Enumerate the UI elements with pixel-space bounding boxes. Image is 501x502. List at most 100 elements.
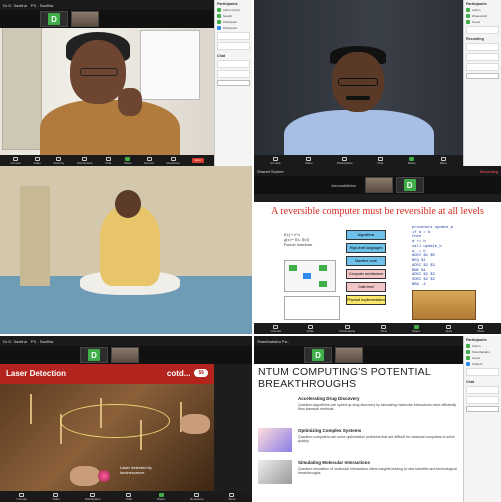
chat-button[interactable]: Chat xyxy=(380,324,387,333)
chat-button[interactable]: Chat xyxy=(126,492,132,501)
participant-row[interactable]: Participant xyxy=(217,26,250,30)
participant-thumbnail[interactable] xyxy=(71,11,99,27)
participant-row[interactable]: Admin xyxy=(466,344,499,348)
gate-diagram xyxy=(284,296,340,320)
participants-button[interactable]: Participants xyxy=(339,324,355,333)
circuit-diagram xyxy=(284,260,336,292)
mute-button[interactable]: Unmute xyxy=(17,492,27,501)
meeting-toolbar: Unmute Video Participants Chat Share App… xyxy=(254,323,501,334)
meeting-name: Dr.G. Savitha xyxy=(3,2,27,8)
participants-button[interactable]: Participants xyxy=(337,156,353,165)
chat-input[interactable] xyxy=(466,73,499,79)
reactions-button[interactable]: Reactions xyxy=(190,492,203,501)
panel-title: Participants xyxy=(466,2,487,6)
slide-status: cotd... xyxy=(166,368,191,378)
photo-caption: Laser detected by luminescence xyxy=(120,465,152,475)
end-button[interactable]: End xyxy=(192,158,204,163)
video-tile-3[interactable] xyxy=(0,166,252,334)
share-button[interactable]: Share xyxy=(412,324,420,333)
share-button[interactable]: Share xyxy=(157,492,165,501)
participant-row[interactable]: Admin (host) xyxy=(217,8,250,12)
participant-thumbnail[interactable]: D xyxy=(395,177,424,193)
video-tile-1[interactable]: Dr.G. Savitha PS - Savitha D Participant… xyxy=(0,0,252,166)
meeting-toolbar: Unmute Video Participants Chat Share Rea… xyxy=(0,491,252,502)
security-button[interactable]: Security xyxy=(53,156,64,165)
participant-thumbnail[interactable]: D xyxy=(304,347,332,363)
chat-button[interactable]: Chat xyxy=(105,156,111,165)
participant-thumbnail[interactable] xyxy=(364,177,393,193)
reactions-button[interactable]: Reactions xyxy=(166,156,180,165)
participant-row[interactable]: Guest xyxy=(466,20,499,24)
participant-row[interactable]: Swathi xyxy=(217,14,250,18)
share-button[interactable]: Share xyxy=(408,156,416,165)
apps-button[interactable]: Apps xyxy=(445,324,452,333)
participant-row[interactable]: Dhanwantri xyxy=(466,14,499,18)
participants-panel: Participants Admin Dhanwantri Guest Reco… xyxy=(463,0,501,166)
participants-panel: Participants Admin (host) Swathi Partici… xyxy=(214,0,252,166)
recording-indicator: Recording xyxy=(479,168,498,174)
avatar: D xyxy=(403,179,416,191)
slide-title: Laser Detection xyxy=(6,368,67,378)
participant-thumbnail[interactable]: D xyxy=(80,347,108,363)
participants-panel: Participants Admin Shanthababu Guest Stu… xyxy=(463,336,501,502)
chat-title: Chat xyxy=(466,380,474,384)
participant-thumbnail[interactable] xyxy=(335,347,363,363)
slide-image xyxy=(258,428,292,452)
math-block: f(x) = e^x g(x) = f(x, f(x)) Fourier trans… xyxy=(284,232,313,248)
slide-item: Optimizing Complex Systems Quantum comput… xyxy=(258,426,458,456)
more-button[interactable]: More xyxy=(229,492,235,501)
abstraction-stack: Algorithms High-level languages Machine … xyxy=(346,230,396,308)
slide-item: Accelerating Drug Discovery Quantum algor… xyxy=(298,396,457,412)
participant-row[interactable]: Admin xyxy=(466,8,499,12)
participant-row[interactable]: Shanthababu xyxy=(466,350,499,354)
share-button[interactable]: Share xyxy=(124,156,132,165)
video-tile-5[interactable]: Dr.G. Savitha PS - Savitha D Laser Detec… xyxy=(0,336,252,502)
video-tile-4[interactable]: Shared Screen Recording Anomoblitcha D A… xyxy=(254,166,501,334)
level-box: Gate level xyxy=(346,282,386,292)
level-box: Physical implementation xyxy=(346,295,386,305)
meeting-toolbar: Unmute Video Security Participants Chat … xyxy=(0,155,214,166)
meeting-name: Dr.G. Savitha xyxy=(3,338,27,344)
video-button[interactable]: Video xyxy=(305,156,313,165)
meeting-sub: PS - Savitha xyxy=(30,338,54,344)
participants-button[interactable]: Participants xyxy=(77,156,92,165)
shared-slide: A reversible computer must be reversible… xyxy=(254,202,501,323)
tile-topbar: Shared Screen Recording xyxy=(254,166,501,176)
panel-title: Participants xyxy=(217,2,238,6)
level-box: High-level languages xyxy=(346,243,386,253)
chat-button[interactable]: Chat xyxy=(377,156,383,165)
panel-title: Participants xyxy=(466,338,487,342)
more-button[interactable]: More xyxy=(477,324,484,333)
slide-header: Laser Detection cotd... 56 xyxy=(0,362,214,384)
more-button[interactable]: More xyxy=(440,156,447,165)
participant-row[interactable]: Student xyxy=(466,362,499,366)
shared-slide: NTUM COMPUTING'S POTENTIAL BREAKTHROUGHS… xyxy=(254,362,463,502)
level-box: Machine code xyxy=(346,256,386,266)
chat-input[interactable] xyxy=(466,406,499,412)
participant-thumbnail[interactable] xyxy=(111,347,139,363)
video-tile-6[interactable]: Shanthababu Pa... D NTUM COMPUTING'S POT… xyxy=(254,336,501,502)
mute-button[interactable]: Unmute xyxy=(271,324,281,333)
avatar: D xyxy=(312,349,324,361)
video-button[interactable]: Video xyxy=(33,156,41,165)
zoom-gallery-grid: Dr.G. Savitha PS - Savitha D Participant… xyxy=(0,0,501,502)
video-button[interactable]: Video xyxy=(306,324,314,333)
participant-row[interactable]: Participant xyxy=(217,20,250,24)
participant-row[interactable]: Guest xyxy=(466,356,499,360)
mute-button[interactable]: Unmute xyxy=(10,156,21,165)
participant-thumbnail[interactable]: D xyxy=(40,11,68,27)
chat-input[interactable] xyxy=(217,80,250,86)
record-button[interactable]: Record xyxy=(144,156,154,165)
meeting-toolbar: Unmute Video Participants Chat Share Mor… xyxy=(254,155,463,166)
level-box: Computer architecture xyxy=(346,269,386,279)
video-tile-2[interactable]: Participants Admin Dhanwantri Guest Reco… xyxy=(254,0,501,166)
slide-image xyxy=(258,460,292,484)
video-button[interactable]: Video xyxy=(52,492,60,501)
slide-title: A reversible computer must be reversible… xyxy=(271,206,484,217)
participants-button[interactable]: Participants xyxy=(85,492,101,501)
level-box: Algorithms xyxy=(346,230,386,240)
presenter-name: Shanthababu Pa... xyxy=(257,338,291,344)
slide-number-badge: 56 xyxy=(194,369,208,377)
code-block: procedure update_m if a = b then a += b … xyxy=(412,226,454,287)
mute-button[interactable]: Unmute xyxy=(270,156,281,165)
